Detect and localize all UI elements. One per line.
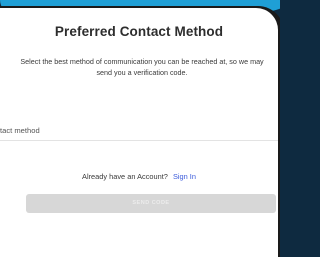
contact-method-underline — [0, 140, 278, 141]
contact-method-field[interactable]: tact method — [0, 126, 40, 135]
right-background-edge — [280, 0, 290, 257]
sign-in-link[interactable]: Sign In — [173, 172, 196, 181]
account-prompt-row: Already have an Account? Sign In — [0, 172, 278, 181]
app-screen: Preferred Contact Method Select the best… — [0, 8, 278, 257]
page-description: Select the best method of communication … — [20, 57, 264, 77]
send-code-button[interactable]: SEND CODE — [26, 194, 276, 213]
screenshot-stage: Preferred Contact Method Select the best… — [0, 0, 290, 257]
device-frame: Preferred Contact Method Select the best… — [0, 6, 284, 257]
page-title: Preferred Contact Method — [54, 24, 224, 39]
account-prompt-text: Already have an Account? — [82, 172, 168, 181]
